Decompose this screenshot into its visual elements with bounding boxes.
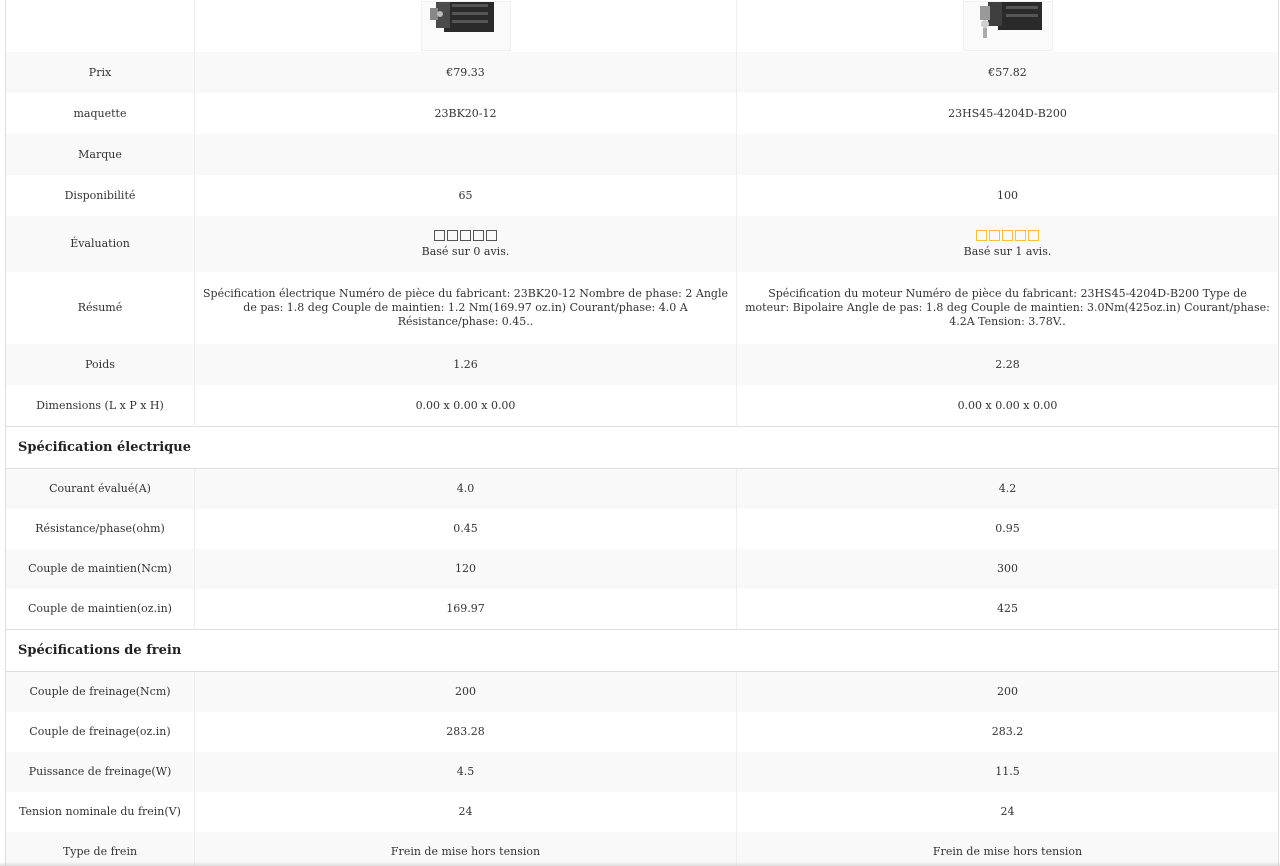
product-2-dimensions: 0.00 x 0.00 x 0.00 [736,385,1279,427]
row-label: Disponibilité [5,175,195,216]
star-icon [1015,229,1026,241]
product-1-image-cell[interactable] [194,0,737,52]
product-2-weight: 2.28 [736,344,1279,385]
star-icon [1002,229,1013,241]
row-label: Type de frein [5,832,195,866]
rating-count-text: Basé sur 0 avis. [421,244,510,258]
product-2-brand [736,134,1279,175]
weight-row: Poids 1.26 2.28 [5,344,1279,385]
product-2-rating: Basé sur 1 avis. [736,216,1279,272]
motor-image-icon [979,2,1042,38]
product-1-rating: Basé sur 0 avis. [194,216,737,272]
row-label: Résumé [5,272,195,344]
row-label: Puissance de freinage(W) [5,752,195,792]
summary-row: Résumé Spécification électrique Numéro d… [5,272,1279,344]
star-icon [1028,229,1039,241]
product-1-price: €79.33 [194,52,737,93]
star-icon [976,229,987,241]
row-label: Courant évalué(A) [5,468,195,509]
product-2-availability: 100 [736,175,1279,216]
row-label: Poids [5,344,195,385]
product-1-resistance: 0.45 [194,509,737,549]
row-label: maquette [5,93,195,134]
brake-type-row: Type de frein Frein de mise hors tension… [5,832,1279,866]
product-1-dimensions: 0.00 x 0.00 x 0.00 [194,385,737,427]
product-2-braking-torque-ncm: 200 [736,671,1279,712]
row-label: Couple de freinage(oz.in) [5,712,195,752]
section-title: Spécifications de frein [5,629,1279,672]
product-1-image[interactable] [420,1,511,51]
brand-row: Marque [5,134,1279,175]
star-icon [460,229,471,241]
row-label: Couple de freinage(Ncm) [5,671,195,712]
bottom-scroll-shadow [0,862,1280,866]
product-1-braking-torque-ozin: 283.28 [194,712,737,752]
row-label: Dimensions (L x P x H) [5,385,195,427]
braking-torque-ozin-row: Couple de freinage(oz.in) 283.28 283.2 [5,712,1279,752]
star-rating [976,229,1039,241]
price-row: Prix €79.33 €57.82 [5,52,1279,93]
rated-current-row: Courant évalué(A) 4.0 4.2 [5,468,1279,509]
section-title: Spécification électrique [5,426,1279,469]
product-1-holding-torque-ncm: 120 [194,549,737,589]
star-icon [434,229,445,241]
product-1-availability: 65 [194,175,737,216]
row-label: Couple de maintien(Ncm) [5,549,195,589]
product-1-braking-torque-ncm: 200 [194,671,737,712]
product-2-image[interactable] [962,1,1053,51]
section-header-electrical: Spécification électrique [5,426,1279,469]
row-label: Évaluation [5,216,195,272]
star-icon [447,229,458,241]
product-1-braking-power: 4.5 [194,752,737,792]
braking-torque-ncm-row: Couple de freinage(Ncm) 200 200 [5,671,1279,712]
product-1-weight: 1.26 [194,344,737,385]
dimensions-row: Dimensions (L x P x H) 0.00 x 0.00 x 0.0… [5,385,1279,427]
star-icon [473,229,484,241]
product-2-resistance: 0.95 [736,509,1279,549]
product-comparison-table: Prix €79.33 €57.82 maquette 23BK20-12 23… [5,0,1279,866]
row-label: Couple de maintien(oz.in) [5,589,195,630]
holding-torque-ncm-row: Couple de maintien(Ncm) 120 300 [5,549,1279,589]
product-2-price: €57.82 [736,52,1279,93]
brake-voltage-row: Tension nominale du frein(V) 24 24 [5,792,1279,832]
star-icon [486,229,497,241]
row-label: Marque [5,134,195,175]
product-2-braking-power: 11.5 [736,752,1279,792]
product-1-summary: Spécification électrique Numéro de pièce… [194,272,737,344]
product-image-row [5,0,1279,52]
star-rating [434,229,497,241]
rating-count-text: Basé sur 1 avis. [963,244,1052,258]
product-2-brake-type: Frein de mise hors tension [736,832,1279,866]
star-icon [989,229,1000,241]
motor-image-icon [429,2,494,32]
product-2-summary: Spécification du moteur Numéro de pièce … [736,272,1279,344]
row-label: Tension nominale du frein(V) [5,792,195,832]
product-2-image-cell[interactable] [736,0,1279,52]
product-compare-page: Prix €79.33 €57.82 maquette 23BK20-12 23… [0,0,1280,866]
product-1-holding-torque-ozin: 169.97 [194,589,737,630]
rating-row: Évaluation Basé sur 0 avis. Basé sur 1 a… [5,216,1279,272]
row-label: Prix [5,52,195,93]
product-2-braking-torque-ozin: 283.2 [736,712,1279,752]
resistance-row: Résistance/phase(ohm) 0.45 0.95 [5,509,1279,549]
availability-row: Disponibilité 65 100 [5,175,1279,216]
product-1-rated-current: 4.0 [194,468,737,509]
product-2-model: 23HS45-4204D-B200 [736,93,1279,134]
product-1-model: 23BK20-12 [194,93,737,134]
holding-torque-ozin-row: Couple de maintien(oz.in) 169.97 425 [5,589,1279,630]
image-label-cell [5,0,195,52]
braking-power-row: Puissance de freinage(W) 4.5 11.5 [5,752,1279,792]
model-row: maquette 23BK20-12 23HS45-4204D-B200 [5,93,1279,134]
product-2-rated-current: 4.2 [736,468,1279,509]
product-2-holding-torque-ncm: 300 [736,549,1279,589]
product-2-holding-torque-ozin: 425 [736,589,1279,630]
product-1-brake-voltage: 24 [194,792,737,832]
product-1-brake-type: Frein de mise hors tension [194,832,737,866]
row-label: Résistance/phase(ohm) [5,509,195,549]
product-1-brand [194,134,737,175]
product-2-brake-voltage: 24 [736,792,1279,832]
section-header-brake: Spécifications de frein [5,629,1279,672]
